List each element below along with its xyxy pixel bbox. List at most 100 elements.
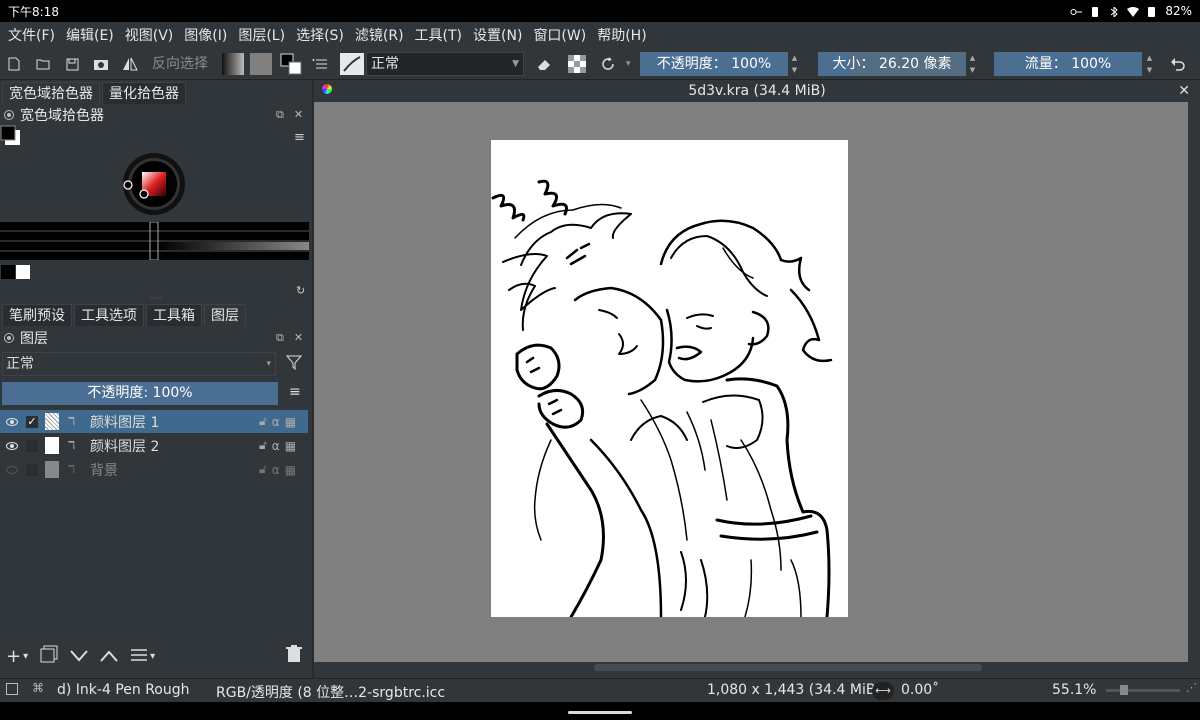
opacity-spinner[interactable]: ▲ ▼ [790, 52, 799, 76]
eye-icon[interactable] [6, 465, 18, 474]
opacity-slider[interactable]: 不透明度： 100% [640, 52, 788, 76]
undo-icon[interactable] [1168, 53, 1188, 75]
drawing-canvas[interactable] [491, 140, 848, 617]
open-folder-icon[interactable] [33, 53, 53, 75]
menu-window[interactable]: 窗口(W) [533, 25, 586, 45]
menu-icon[interactable]: ≡ [289, 384, 301, 400]
pattern-swatch[interactable] [250, 53, 272, 75]
recent-colors[interactable] [1, 264, 31, 280]
close-icon[interactable]: ✕ [1178, 80, 1190, 102]
lock-icon[interactable]: 🔓︎ [259, 462, 267, 477]
layer-name[interactable]: 颜料图层 2 [90, 436, 159, 456]
filter-icon[interactable] [285, 354, 303, 374]
flow-slider[interactable]: 流量： 100% [994, 52, 1142, 76]
layer-row[interactable]: ℸ 颜料图层 2 🔓︎ α ▦ [0, 434, 308, 457]
blend-mode-select[interactable]: 正常 ▼ [366, 52, 524, 76]
zoom-slider[interactable] [1106, 689, 1180, 692]
current-brush-name[interactable]: d) Ink-4 Pen Rough [57, 682, 190, 698]
menu-icon[interactable]: ≡ [294, 130, 305, 145]
layer-row[interactable]: ℸ 背景 🔓︎ α ▦ [0, 458, 308, 481]
color-wheel[interactable] [122, 152, 186, 216]
layer-checkbox[interactable]: ✓ [26, 415, 38, 428]
save-icon[interactable] [62, 53, 82, 75]
menu-tools[interactable]: 工具(T) [415, 25, 462, 45]
color-sliders[interactable] [0, 221, 309, 261]
snapshot-icon[interactable] [91, 53, 111, 75]
layer-blend-mode-select[interactable]: 正常 ▾ [2, 352, 276, 376]
vertical-scrollbar[interactable] [1188, 102, 1200, 662]
splitter-handle[interactable]: ····· [0, 295, 312, 303]
tab-brush-presets[interactable]: 笔刷预设 [2, 304, 72, 326]
tab-toolbox[interactable]: 工具箱 [146, 304, 202, 326]
move-layer-down-icon[interactable] [70, 646, 88, 667]
menu-select[interactable]: 选择(S) [296, 25, 344, 45]
menu-help[interactable]: 帮助(H) [597, 25, 646, 45]
lock-icon[interactable]: 🔓︎ [259, 414, 267, 429]
layer-opacity-slider[interactable]: 不透明度: 100% [2, 382, 278, 405]
fg-bg-colors-icon[interactable] [280, 53, 304, 75]
canvas-viewport[interactable] [314, 102, 1188, 662]
size-slider[interactable]: 大小： 26.20 像素 [818, 52, 966, 76]
reload-preset-icon[interactable] [598, 53, 618, 75]
tab-tool-options[interactable]: 工具选项 [74, 304, 144, 326]
inherit-alpha-icon[interactable]: ▦ [285, 439, 296, 453]
zoom-slider-handle[interactable] [1120, 685, 1128, 695]
layers-title-bar: 图层 [4, 328, 48, 348]
new-document-icon[interactable] [4, 53, 24, 75]
selection-icon[interactable] [6, 683, 18, 695]
menu-image[interactable]: 图像(I) [184, 25, 227, 45]
gradient-swatch[interactable] [222, 53, 244, 75]
layer-name[interactable]: 颜料图层 1 [90, 412, 159, 432]
move-layer-up-icon[interactable] [100, 646, 118, 667]
horizontal-scrollbar[interactable] [314, 662, 1188, 674]
brush-preset-icon[interactable] [340, 53, 364, 75]
flow-spinner[interactable]: ▲ ▼ [1145, 52, 1154, 76]
chevron-down-icon[interactable]: ▾ [23, 651, 28, 662]
layer-row[interactable]: ✓ ℸ 颜料图层 1 🔓︎ α ▦ [0, 410, 308, 433]
scrollbar-thumb[interactable] [594, 664, 982, 671]
close-icon[interactable]: ✕ [294, 331, 303, 345]
mirror-icon[interactable] [120, 53, 140, 75]
document-tab[interactable]: 5d3v.kra (34.4 MiB) ✕ [314, 80, 1200, 102]
menu-filter[interactable]: 滤镜(R) [355, 25, 404, 45]
menu-settings[interactable]: 设置(N) [473, 25, 522, 45]
inherit-alpha-icon[interactable]: ▦ [285, 463, 296, 477]
size-spinner[interactable]: ▲ ▼ [968, 52, 977, 76]
alpha-icon[interactable]: α [272, 463, 280, 477]
duplicate-layer-icon[interactable] [40, 645, 58, 668]
layer-checkbox[interactable] [26, 439, 38, 452]
float-icon[interactable]: ⧉ [276, 331, 284, 345]
docker-lock-icon[interactable] [4, 333, 14, 343]
resize-grip-icon[interactable]: ⋰ [1186, 681, 1197, 694]
tab-layers[interactable]: 图层 [204, 304, 246, 326]
layer-checkbox[interactable] [26, 463, 38, 476]
menu-view[interactable]: 视图(V) [125, 25, 174, 45]
home-gesture-handle[interactable] [568, 711, 632, 714]
alpha-lock-icon[interactable] [566, 53, 588, 75]
invert-selection-button[interactable]: 反向选择 [152, 53, 208, 75]
inherit-alpha-icon[interactable]: ▦ [285, 415, 296, 429]
layer-properties-icon[interactable] [130, 646, 148, 667]
eraser-icon[interactable] [534, 53, 554, 75]
trash-icon[interactable] [286, 644, 302, 668]
tab-wide-gamut-selector[interactable]: 宽色域拾色器 [2, 82, 100, 104]
close-icon[interactable]: ✕ [294, 108, 303, 122]
menu-edit[interactable]: 编辑(E) [66, 25, 114, 45]
alpha-icon[interactable]: α [272, 415, 280, 429]
alpha-icon[interactable]: α [272, 439, 280, 453]
chevron-down-icon[interactable]: ▾ [150, 651, 155, 662]
menu-file[interactable]: 文件(F) [8, 25, 55, 45]
menu-layer[interactable]: 图层(L) [238, 25, 285, 45]
layer-name[interactable]: 背景 [90, 460, 118, 480]
lock-icon[interactable]: 🔓︎ [259, 438, 267, 453]
fg-bg-swatch[interactable] [0, 125, 22, 147]
eye-icon[interactable] [6, 441, 18, 450]
rotation-icon[interactable]: ⟷ [872, 682, 894, 700]
docker-lock-icon[interactable] [4, 110, 14, 120]
eye-icon[interactable] [6, 417, 18, 426]
add-layer-icon[interactable]: + [6, 646, 21, 667]
float-icon[interactable]: ⧉ [276, 108, 284, 122]
tab-quantized-selector[interactable]: 量化拾色器 [102, 82, 186, 104]
preset-list-icon[interactable] [310, 53, 330, 75]
lower-docker-tabs: 笔刷预设 工具选项 工具箱 图层 [2, 304, 246, 326]
